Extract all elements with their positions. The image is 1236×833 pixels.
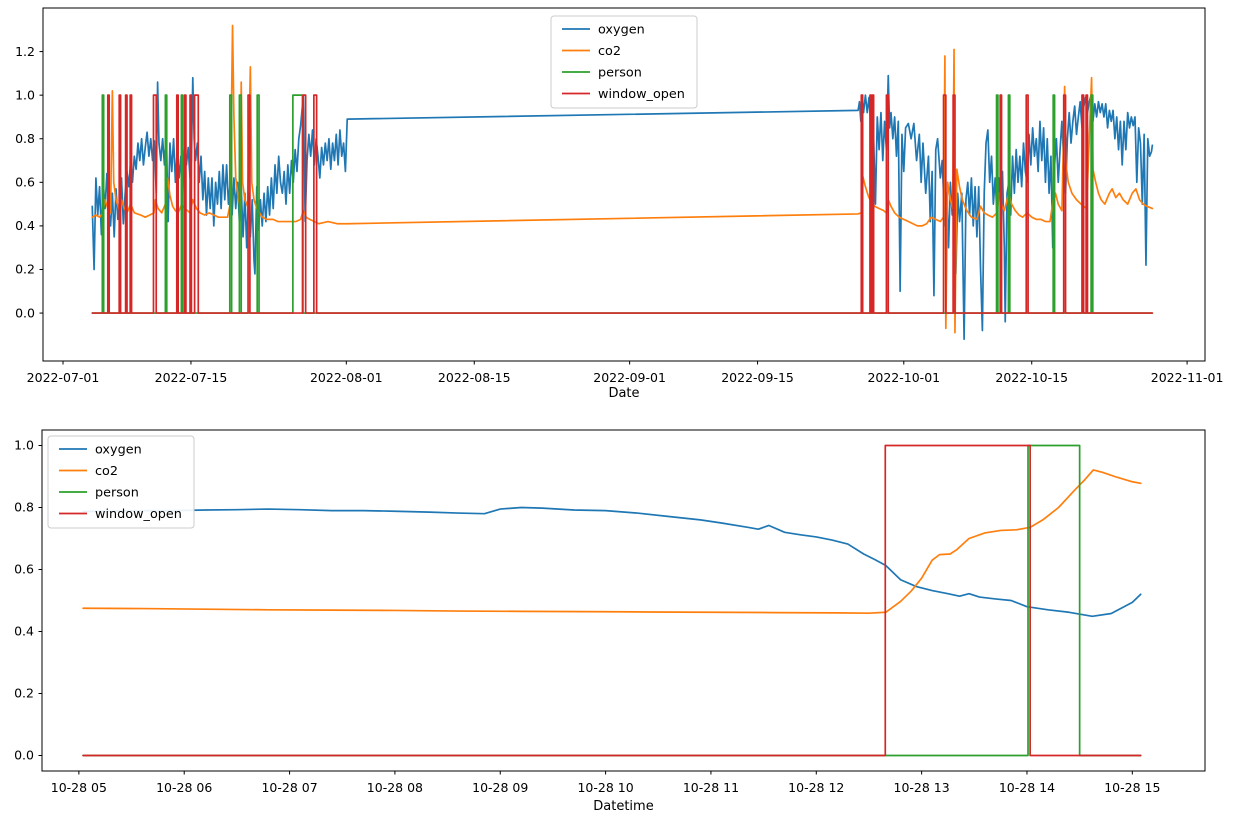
- legend-label-oxygen: oxygen: [598, 23, 645, 38]
- y-tick-label: 1.2: [15, 44, 35, 59]
- series-co2-line: [82, 469, 1142, 615]
- y-tick-label: 0.0: [15, 305, 35, 320]
- y-tick-label: 0.6: [14, 562, 34, 577]
- y-tick-label: 0.8: [14, 500, 34, 515]
- x-tick-label: 10-28 07: [261, 780, 317, 795]
- x-tick-label: 2022-08-01: [310, 370, 383, 385]
- legend: oxygen co2 person window_open: [47, 435, 195, 529]
- y-tick-label: 0.2: [15, 262, 35, 277]
- x-axis-label: Date: [608, 386, 639, 401]
- x-tick-label: 10-28 06: [156, 780, 212, 795]
- x-tick-label: 10-28 15: [1104, 780, 1160, 795]
- x-tick-label: 10-28 10: [577, 780, 633, 795]
- charts-svg: 2022-07-01 2022-07-15 2022-08-01 2022-08-15…: [14, 7, 1224, 814]
- x-tick-label: 10-28 13: [894, 780, 950, 795]
- legend-label-co2: co2: [598, 44, 621, 59]
- legend-label-window_open: window_open: [95, 507, 182, 522]
- y-tick-label: 0.6: [15, 175, 35, 190]
- x-tick-label: 2022-07-01: [27, 370, 100, 385]
- x-tick-label: 2022-07-15: [155, 370, 228, 385]
- series-oxygen-line: [82, 506, 1142, 618]
- x-axis-label: Datetime: [593, 799, 653, 814]
- legend: oxygen co2 person window_open: [550, 15, 698, 109]
- y-tick-label: 0.8: [15, 131, 35, 146]
- y-tick-label: 1.0: [15, 87, 35, 102]
- x-tick-label: 2022-08-15: [438, 370, 511, 385]
- y-tick-label: 0.2: [14, 686, 34, 701]
- legend-label-oxygen: oxygen: [95, 443, 142, 458]
- x-tick-label: 2022-09-01: [593, 370, 666, 385]
- x-tick-label: 10-28 09: [472, 780, 528, 795]
- top-chart: 2022-07-01 2022-07-15 2022-08-01 2022-08-15…: [15, 7, 1224, 401]
- series-person-line: [82, 444, 1142, 757]
- x-tick-label: 10-28 05: [51, 780, 107, 795]
- y-tick-label: 0.0: [14, 748, 34, 763]
- y-tick-label: 1.0: [14, 438, 34, 453]
- legend-label-window_open: window_open: [598, 87, 685, 102]
- legend-label-person: person: [95, 486, 139, 501]
- x-tick-label: 10-28 08: [367, 780, 423, 795]
- x-tick-label: 2022-09-15: [721, 370, 794, 385]
- x-tick-label: 10-28 14: [999, 780, 1055, 795]
- series-window_open-line: [82, 444, 1142, 757]
- y-tick-label: 0.4: [15, 218, 35, 233]
- y-tick-label: 0.4: [14, 624, 34, 639]
- x-tick-label: 10-28 12: [788, 780, 844, 795]
- x-tick-label: 2022-10-01: [867, 370, 940, 385]
- legend-label-co2: co2: [95, 464, 118, 479]
- figure-canvas: 2022-07-01 2022-07-15 2022-08-01 2022-08-15…: [0, 0, 1236, 833]
- x-tick-label: 2022-10-15: [995, 370, 1068, 385]
- bottom-chart: 10-28 05 10-28 06 10-28 07 10-28 08 10-28 09…: [14, 429, 1206, 814]
- legend-label-person: person: [598, 66, 642, 81]
- x-tick-label: 10-28 11: [683, 780, 739, 795]
- x-tick-label: 2022-11-01: [1151, 370, 1224, 385]
